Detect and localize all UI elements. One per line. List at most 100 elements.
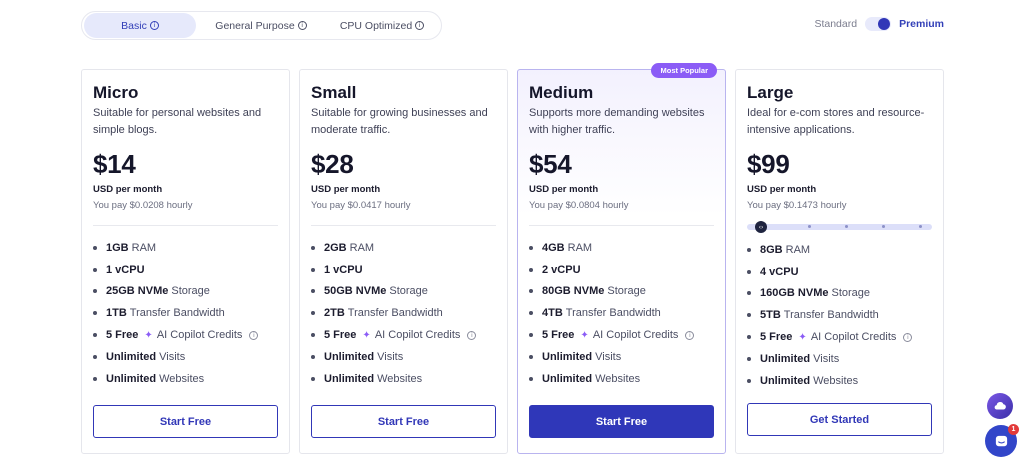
divider: [311, 225, 496, 226]
price-period: USD per month: [529, 184, 599, 195]
tab-label: CPU Optimized: [339, 19, 413, 32]
feature-strong: Unlimited: [542, 350, 593, 363]
hourly-price: You pay $0.1473 hourly: [747, 200, 847, 211]
feature-text: Websites: [377, 372, 423, 385]
feature-item: 2TB Transfer Bandwidth: [311, 302, 496, 324]
bullet-icon: [311, 354, 315, 359]
feature-item: 1 vCPU: [93, 259, 278, 281]
feature-strong: 1 vCPU: [106, 263, 145, 276]
bullet-icon: [93, 245, 97, 250]
info-icon[interactable]: i: [685, 330, 695, 340]
feature-item: Unlimited Visits: [311, 346, 496, 368]
feature-strong: 5 Free: [542, 329, 575, 342]
info-icon[interactable]: i: [149, 21, 159, 30]
plan-description: Ideal for e-com stores and resource-inte…: [747, 107, 925, 136]
sparkle-icon: ✦: [362, 329, 371, 341]
info-icon[interactable]: i: [297, 21, 307, 30]
feature-item: 5 Free ✦ AI Copilot Credits i: [93, 324, 278, 346]
start-free-button[interactable]: Start Free: [529, 405, 714, 438]
feature-strong: Unlimited: [324, 372, 375, 385]
slider-handle[interactable]: ‹›: [755, 221, 767, 233]
feature-item: 5 Free ✦ AI Copilot Credits i: [529, 324, 714, 346]
sparkle-icon: ✦: [798, 331, 807, 343]
feature-text: Storage: [831, 287, 871, 300]
plan-price: $99: [747, 149, 790, 179]
bullet-icon: [93, 333, 97, 338]
plan-price: $28: [311, 149, 354, 179]
bullet-icon: [93, 267, 97, 272]
feature-item: 50GB NVMe Storage: [311, 281, 496, 303]
feature-strong: 5 Free: [760, 331, 793, 344]
plan-name: Medium: [529, 83, 594, 102]
tab-cpu-optimized[interactable]: CPU Optimized i: [326, 13, 438, 38]
ai-assistant-button[interactable]: [987, 393, 1013, 419]
feature-text: AI Copilot Credits: [156, 329, 243, 342]
feature-item: 1 vCPU: [311, 259, 496, 281]
feature-strong: 1 vCPU: [324, 263, 363, 276]
slider-tick: [882, 225, 885, 228]
info-icon[interactable]: i: [249, 330, 259, 340]
bullet-icon: [529, 245, 533, 250]
bullet-icon: [93, 376, 97, 381]
bullet-icon: [529, 267, 533, 272]
plan-card-micro: Micro Suitable for personal websites and …: [81, 69, 290, 454]
slider-tick: [808, 225, 811, 228]
info-icon[interactable]: i: [903, 332, 913, 342]
feature-text: Storage: [389, 285, 428, 298]
feature-strong: Unlimited: [760, 352, 811, 365]
feature-item: 160GB NVMe Storage: [747, 283, 932, 305]
feature-text: RAM: [131, 241, 157, 254]
plan-size-slider[interactable]: ‹›: [747, 221, 932, 233]
bullet-icon: [747, 356, 751, 361]
tab-general-purpose[interactable]: General Purpose i: [196, 13, 326, 38]
price-period: USD per month: [747, 184, 817, 195]
slider-tick: [919, 225, 922, 228]
feature-item: Unlimited Visits: [747, 348, 932, 370]
start-free-button[interactable]: Start Free: [93, 405, 278, 438]
feature-text: Transfer Bandwidth: [129, 307, 225, 320]
bullet-icon: [747, 313, 751, 318]
feature-text: RAM: [785, 243, 811, 256]
bullet-icon: [747, 378, 751, 383]
bullet-icon: [93, 311, 97, 316]
bullet-icon: [311, 245, 315, 250]
feature-item: Unlimited Visits: [529, 346, 714, 368]
feature-text: AI Copilot Credits: [592, 329, 679, 342]
plan-name: Large: [747, 83, 794, 102]
toggle-label-standard[interactable]: Standard: [814, 18, 857, 30]
tier-toggle[interactable]: [865, 17, 892, 31]
feature-strong: 4GB: [542, 241, 565, 254]
divider: [529, 225, 714, 226]
get-started-button[interactable]: Get Started: [747, 403, 932, 436]
feature-item: 2GB RAM: [311, 237, 496, 259]
toggle-label-premium[interactable]: Premium: [899, 18, 944, 30]
start-free-button[interactable]: Start Free: [311, 405, 496, 438]
plan-description: Suitable for growing businesses and mode…: [311, 107, 488, 136]
info-icon[interactable]: i: [467, 330, 477, 340]
feature-strong: 25GB NVMe: [106, 285, 169, 298]
plan-card-large: Large Ideal for e-com stores and resource…: [735, 69, 944, 454]
unread-badge: 1: [1008, 424, 1019, 435]
feature-strong: 2GB: [324, 241, 347, 254]
feature-strong: Unlimited: [542, 372, 593, 385]
feature-strong: 160GB NVMe: [760, 287, 829, 300]
plan-description: Suitable for personal websites and simpl…: [93, 107, 262, 136]
bullet-icon: [529, 354, 533, 359]
slider-track[interactable]: [747, 224, 932, 230]
feature-item: 4 vCPU: [747, 261, 932, 283]
bullet-icon: [747, 247, 751, 252]
plan-price: $54: [529, 149, 572, 179]
chat-button[interactable]: 1: [985, 424, 1019, 457]
hourly-price: You pay $0.0208 hourly: [93, 200, 193, 211]
feature-text: Visits: [159, 350, 186, 363]
bullet-icon: [529, 333, 533, 338]
bullet-icon: [529, 311, 533, 316]
plan-description: Supports more demanding websites with hi…: [529, 107, 705, 136]
bullet-icon: [529, 289, 533, 294]
cloud-icon: [994, 402, 1006, 410]
bullet-icon: [311, 333, 315, 338]
feature-list: 4GB RAM 2 vCPU 80GB NVMe Storage 4TB Transfer …: [529, 237, 714, 390]
info-icon[interactable]: i: [415, 21, 425, 30]
bullet-icon: [747, 291, 751, 296]
tab-basic[interactable]: Basic i: [84, 13, 196, 38]
